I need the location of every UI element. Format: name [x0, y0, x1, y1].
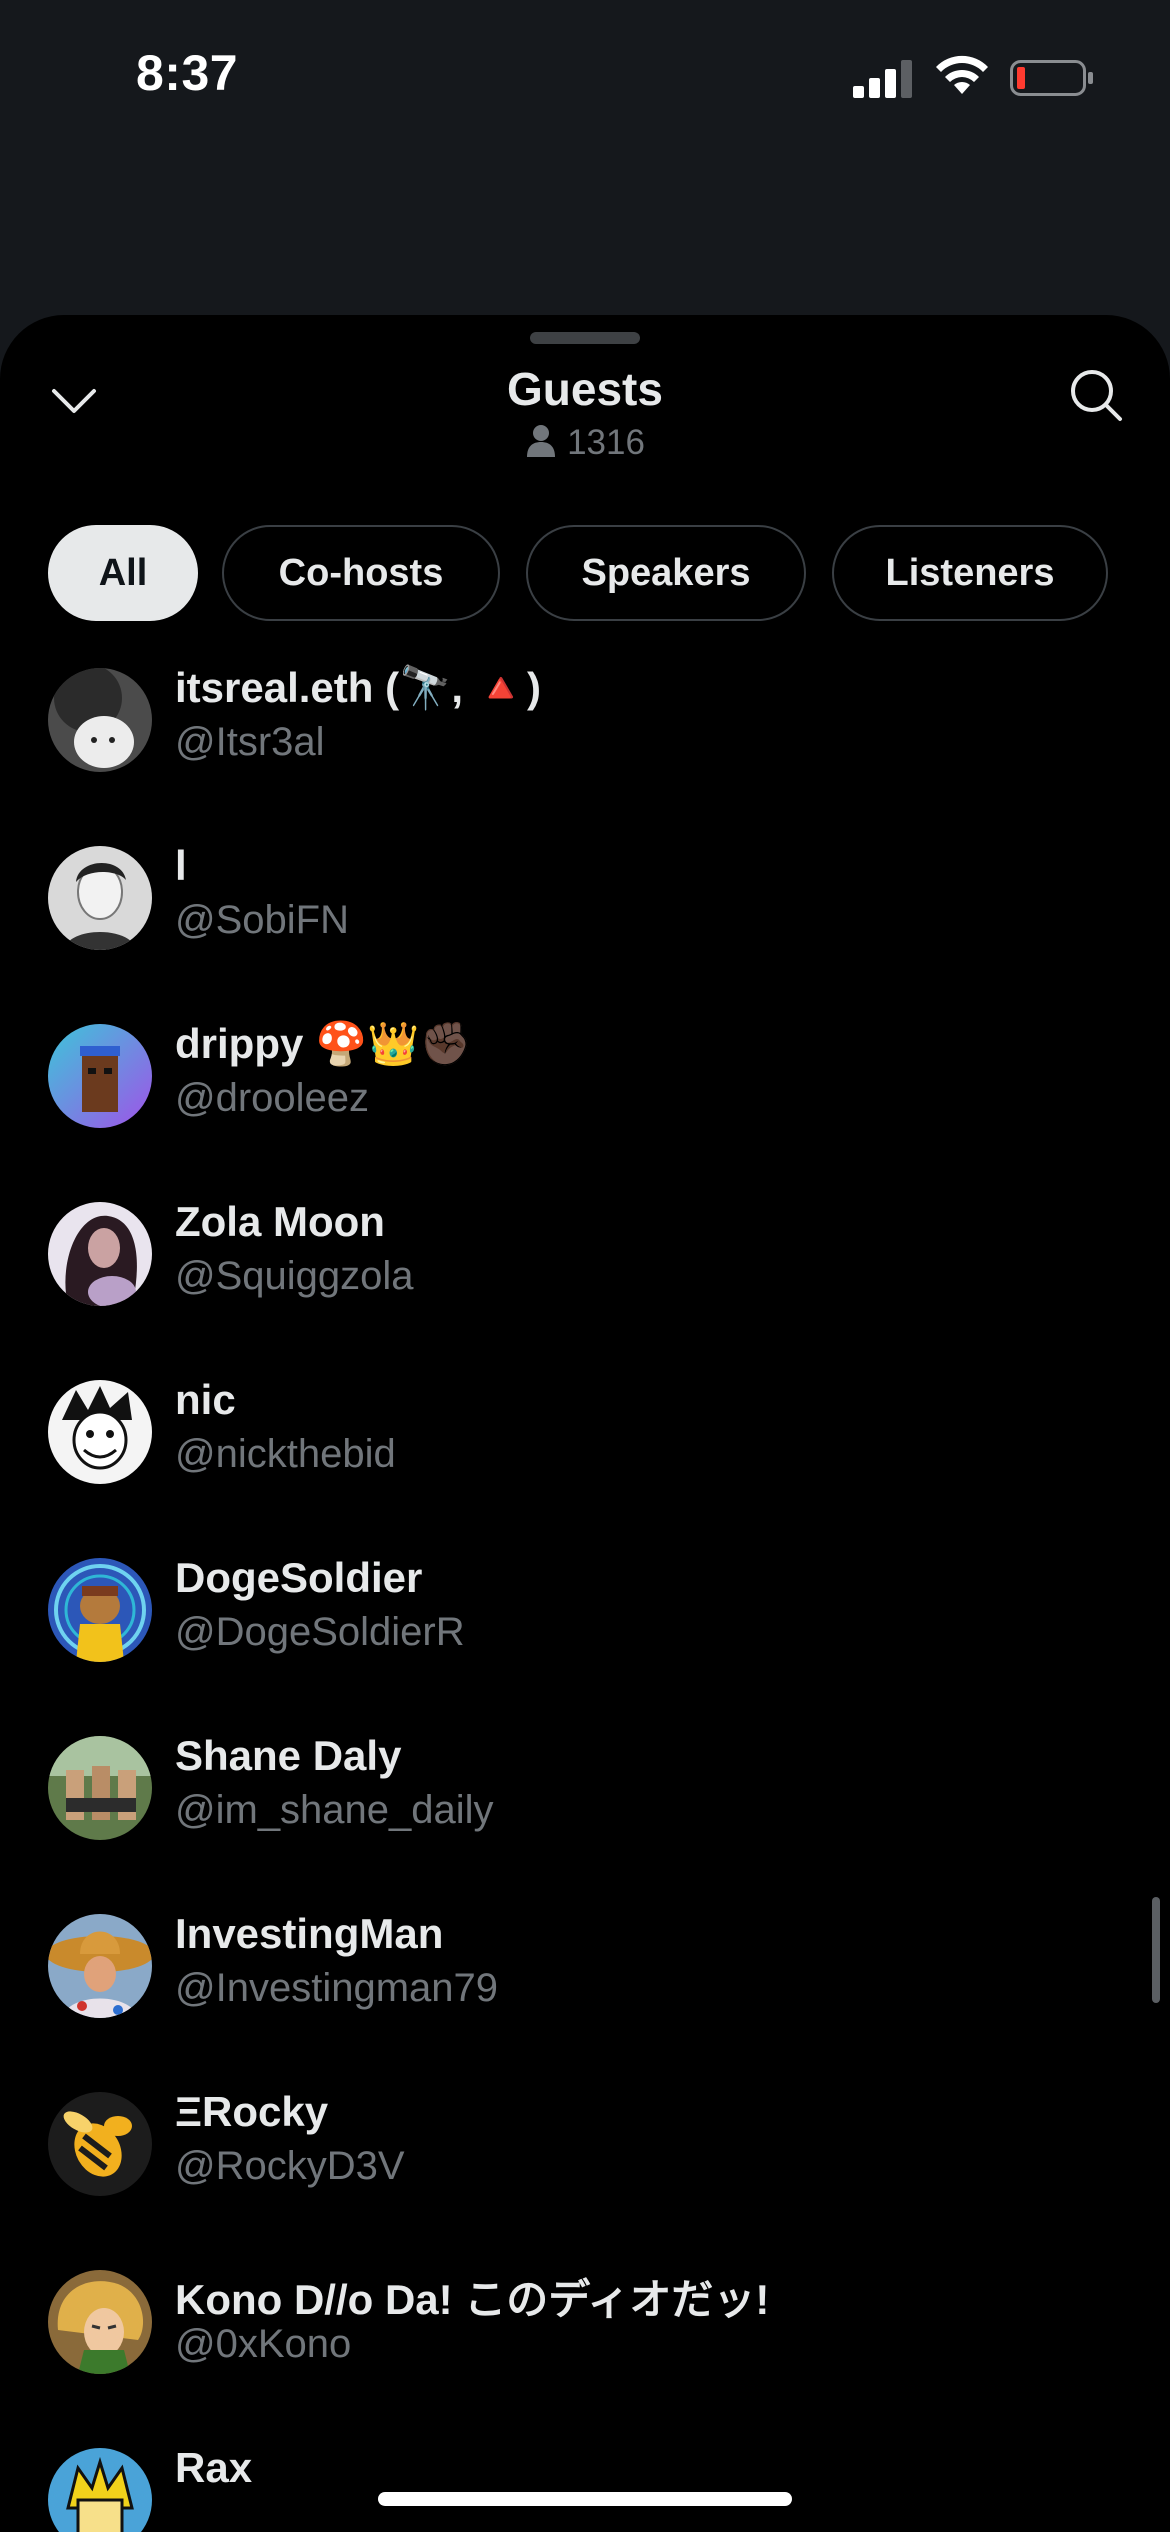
guest-name: InvestingMan [175, 1910, 444, 1957]
guest-handle: @SobiFN [175, 898, 349, 942]
guest-row[interactable]: InvestingMan @Investingman79 [0, 1910, 1170, 2092]
avatar [48, 668, 152, 772]
battery-icon [1010, 60, 1093, 96]
guest-handle: @RockyD3V [175, 2144, 405, 2188]
guest-name: nic [175, 1376, 236, 1423]
guest-name: ΞRocky [175, 2088, 329, 2135]
avatar [48, 846, 152, 950]
guest-row[interactable]: nic @nickthebid [0, 1376, 1170, 1558]
guest-row[interactable]: DogeSoldier @DogeSoldierR [0, 1554, 1170, 1736]
guest-handle: @Squiggzola [175, 1254, 414, 1298]
status-bar: 8:37 [0, 0, 1170, 150]
guest-row[interactable]: itsreal.eth (🔭, 🔺) @Itsr3al [0, 664, 1170, 846]
guest-name: Rax [175, 2444, 253, 2491]
guest-handle: @nickthebid [175, 1432, 396, 1476]
guest-name: Shane Daly [175, 1732, 402, 1779]
guest-row[interactable]: ΞRocky @RockyD3V [0, 2088, 1170, 2270]
status-time: 8:37 [136, 45, 239, 101]
guest-handle: @Investingman79 [175, 1966, 499, 2010]
guest-handle: @drooleez [175, 1076, 370, 1120]
guest-count: 1316 [0, 423, 1170, 463]
avatar [48, 1558, 152, 1662]
guest-row[interactable]: Shane Daly @im_shane_daily [0, 1732, 1170, 1914]
avatar [48, 1914, 152, 2018]
guest-row[interactable]: l @SobiFN [0, 842, 1170, 1024]
guest-name: Kono D//o Da! このディオだッ! [175, 2276, 770, 2323]
guest-handle: @DogeSoldierR [175, 1610, 465, 1654]
tab-listeners[interactable]: Listeners [832, 525, 1108, 621]
guest-row[interactable]: drippy 🍄👑✊🏿 @drooleez [0, 1020, 1170, 1202]
avatar [48, 2092, 152, 2196]
sheet-grabber[interactable] [530, 332, 640, 344]
guest-name: itsreal.eth (🔭, 🔺) [175, 664, 541, 711]
tab-co-hosts[interactable]: Co-hosts [222, 525, 500, 621]
guest-name: drippy 🍄👑✊🏿 [175, 1020, 472, 1067]
cellular-signal-icon [853, 60, 912, 98]
avatar [48, 1736, 152, 1840]
guest-count-value: 1316 [567, 423, 645, 462]
avatar [48, 2448, 152, 2532]
scrollbar[interactable] [1152, 1897, 1160, 2003]
avatar [48, 2270, 152, 2374]
avatar [48, 1380, 152, 1484]
sheet-title: Guests [507, 363, 663, 415]
avatar [48, 1202, 152, 1306]
home-indicator[interactable] [378, 2492, 792, 2506]
guest-name: l [175, 842, 187, 889]
guest-row[interactable]: Kono D//o Da! このディオだッ! @0xKono [0, 2270, 1170, 2448]
tab-all[interactable]: All [48, 525, 198, 621]
guest-handle: @0xKono [175, 2322, 352, 2366]
avatar [48, 1024, 152, 1128]
guest-row[interactable]: Zola Moon @Squiggzola [0, 1198, 1170, 1380]
person-icon [527, 425, 556, 457]
guests-sheet: Guests 1316 All Co-hosts Speakers Listen… [0, 315, 1170, 2532]
guest-handle: @im_shane_daily [175, 1788, 494, 1832]
guest-name: Zola Moon [175, 1198, 385, 1245]
background-header [0, 150, 1170, 408]
tab-speakers[interactable]: Speakers [526, 525, 806, 621]
search-icon[interactable] [1066, 365, 1126, 425]
wifi-icon [936, 55, 988, 94]
guest-handle: @Itsr3al [175, 720, 325, 764]
guest-row[interactable]: Rax [0, 2444, 1170, 2532]
guest-name: DogeSoldier [175, 1554, 423, 1601]
